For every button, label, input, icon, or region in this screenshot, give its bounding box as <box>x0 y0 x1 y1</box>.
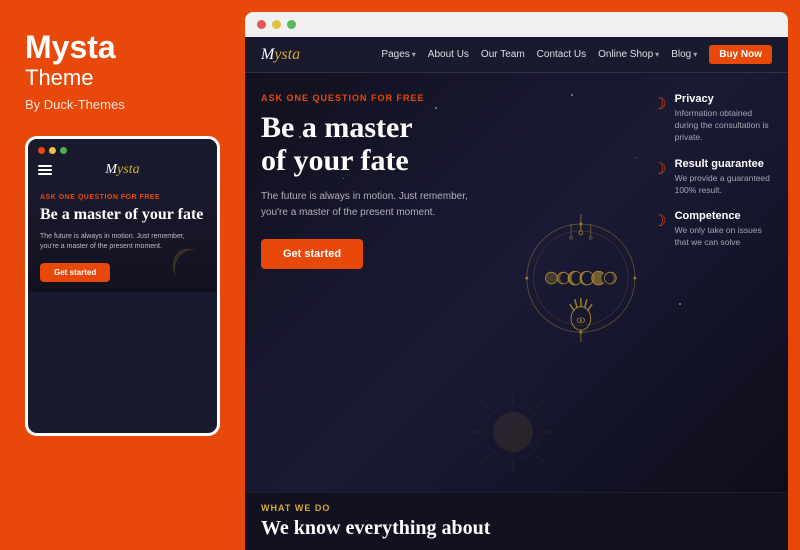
hero-description: The future is always in motion. Just rem… <box>261 189 481 221</box>
feature-guarantee-title: Result guarantee <box>675 158 772 170</box>
mobile-mockup: Mysta ASK ONE QUESTION FOR FREE Be a mas… <box>25 136 220 436</box>
mobile-cta-button[interactable]: Get started <box>40 263 110 282</box>
feature-privacy-desc: Information obtained during the consulta… <box>675 108 772 144</box>
moon-icon: ☽ <box>652 94 666 114</box>
brand-by: By Duck-Themes <box>25 97 220 112</box>
browser-dot-green <box>287 20 296 29</box>
mobile-dot-yellow <box>49 147 56 154</box>
mobile-browser-bar <box>28 139 217 158</box>
browser-dot-yellow <box>272 20 281 29</box>
left-panel: Mysta Theme By Duck-Themes Mysta <box>0 0 245 550</box>
moon-icon: ☽ <box>652 211 666 231</box>
nav-shop[interactable]: Online Shop ▾ <box>598 49 659 60</box>
mobile-dot-red <box>38 147 45 154</box>
right-panel: Mysta Pages ▾ About Us Our Team Contact … <box>245 12 788 550</box>
mobile-logo: Mysta <box>105 162 139 178</box>
site-nav: Mysta Pages ▾ About Us Our Team Contact … <box>245 37 788 73</box>
nav-pages[interactable]: Pages ▾ <box>381 49 415 60</box>
feature-competence: ☽ Competence We only take on issues that… <box>652 210 772 249</box>
mobile-logo-bar: Mysta <box>28 158 217 184</box>
mobile-dots <box>38 147 67 154</box>
mobile-dot-green <box>60 147 67 154</box>
nav-team[interactable]: Our Team <box>481 49 525 60</box>
site-logo: Mysta <box>261 46 300 64</box>
hero-text: ASK ONE QUESTION FOR FREE Be a master of… <box>261 93 517 472</box>
mobile-ask-tag: ASK ONE QUESTION FOR FREE <box>40 194 205 201</box>
nav-blog[interactable]: Blog ▾ <box>671 49 697 60</box>
mobile-hero: ASK ONE QUESTION FOR FREE Be a master of… <box>28 184 217 292</box>
mobile-hero-title: Be a master of your fate <box>40 205 205 224</box>
chevron-down-icon: ▾ <box>655 50 659 59</box>
feature-privacy-title: Privacy <box>675 93 772 105</box>
what-we-do-title: We know everything about <box>261 517 772 540</box>
mobile-crescent-decoration <box>167 242 207 282</box>
browser-content: Mysta Pages ▾ About Us Our Team Contact … <box>245 37 788 550</box>
hero-ask-tag: ASK ONE QUESTION FOR FREE <box>261 93 517 103</box>
feature-guarantee-desc: We provide a guaranteed 100% result. <box>675 173 772 197</box>
chevron-down-icon: ▾ <box>693 50 697 59</box>
browser-bar <box>245 12 788 37</box>
chevron-down-icon: ▾ <box>412 50 416 59</box>
hero-features: ☽ Privacy Information obtained during th… <box>644 93 772 472</box>
what-we-do-tag: WHAT WE DO <box>261 503 772 513</box>
nav-links: Pages ▾ About Us Our Team Contact Us Onl… <box>381 45 772 64</box>
feature-privacy: ☽ Privacy Information obtained during th… <box>652 93 772 144</box>
nav-about[interactable]: About Us <box>428 49 469 60</box>
hero-title: Be a master of your fate <box>261 111 517 177</box>
hero-section: ASK ONE QUESTION FOR FREE Be a master of… <box>245 73 788 492</box>
feature-competence-title: Competence <box>675 210 772 222</box>
nav-contact[interactable]: Contact Us <box>537 49 586 60</box>
buy-now-button[interactable]: Buy Now <box>709 45 772 64</box>
feature-guarantee: ☽ Result guarantee We provide a guarante… <box>652 158 772 197</box>
hero-cta-button[interactable]: Get started <box>261 239 363 269</box>
bottom-strip: WHAT WE DO We know everything about <box>245 492 788 550</box>
mobile-hamburger-icon[interactable] <box>38 165 52 175</box>
browser-dot-red <box>257 20 266 29</box>
feature-competence-desc: We only take on issues that we can solve <box>675 225 772 249</box>
brand-name: Mysta <box>25 30 220 65</box>
hero-illustration <box>517 93 645 472</box>
moon-icon: ☽ <box>652 159 666 179</box>
brand-theme: Theme <box>25 65 220 91</box>
